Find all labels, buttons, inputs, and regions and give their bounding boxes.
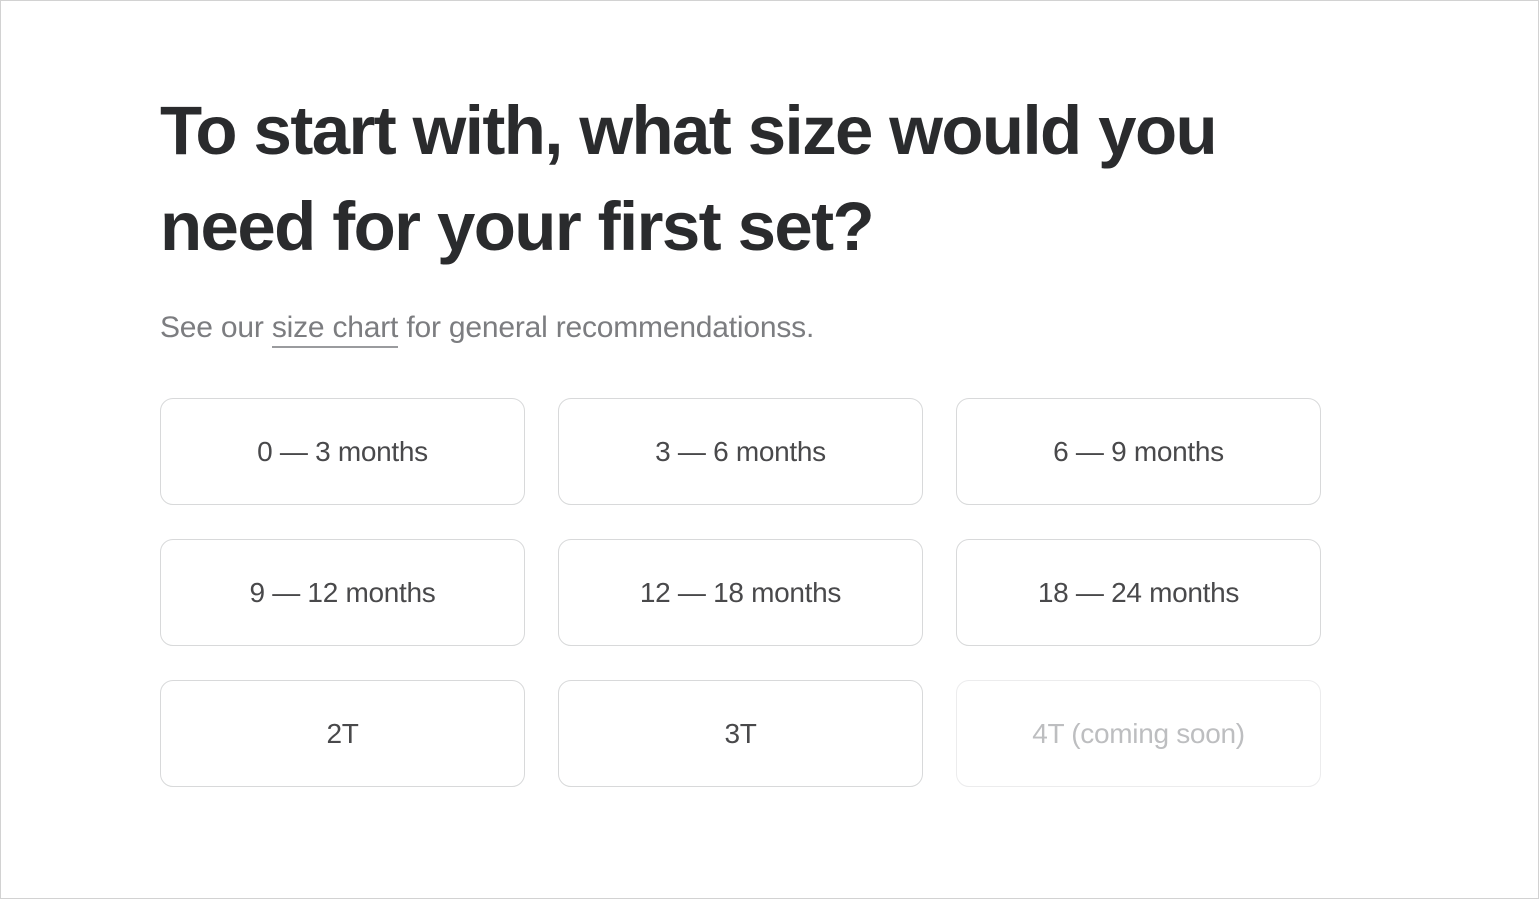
size-chart-link[interactable]: size chart bbox=[271, 311, 398, 348]
size-option-2t[interactable]: 2T bbox=[160, 680, 525, 787]
size-option-6-9-months[interactable]: 6 — 9 months bbox=[956, 398, 1321, 505]
helper-text-lead: See our bbox=[160, 311, 272, 344]
size-chart-helper-text: See our size chart for general recommend… bbox=[160, 275, 1320, 348]
content-container: To start with, what size would you need … bbox=[160, 1, 1321, 787]
size-option-3t[interactable]: 3T bbox=[558, 680, 923, 787]
size-option-9-12-months[interactable]: 9 — 12 months bbox=[160, 539, 525, 646]
page-title: To start with, what size would you need … bbox=[160, 92, 1218, 265]
size-option-12-18-months[interactable]: 12 — 18 months bbox=[558, 539, 923, 646]
size-option-4t-coming-soon: 4T (coming soon) bbox=[956, 680, 1321, 787]
helper-text-trail: for general recommendationss. bbox=[398, 311, 815, 344]
size-option-0-3-months[interactable]: 0 — 3 months bbox=[160, 398, 525, 505]
size-options-grid: 0 — 3 months 3 — 6 months 6 — 9 months 9… bbox=[160, 398, 1321, 787]
size-option-3-6-months[interactable]: 3 — 6 months bbox=[558, 398, 923, 505]
size-option-18-24-months[interactable]: 18 — 24 months bbox=[956, 539, 1321, 646]
page-viewport: To start with, what size would you need … bbox=[0, 0, 1539, 899]
